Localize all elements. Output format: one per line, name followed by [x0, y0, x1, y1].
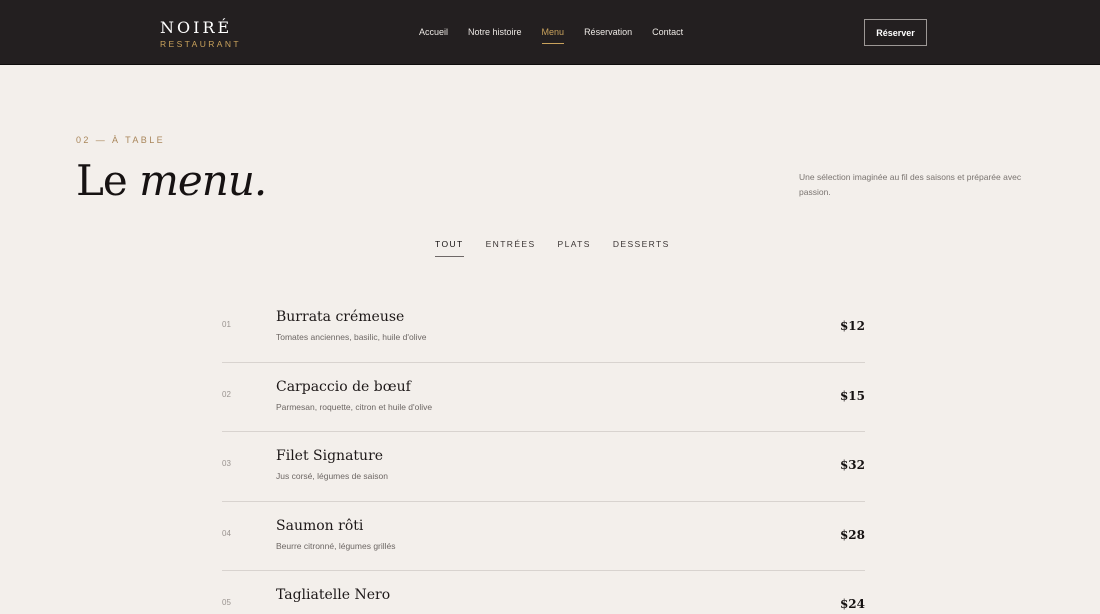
menu-item: 01 Burrata crémeuse Tomates anciennes, b…: [222, 293, 865, 363]
logo-name: NOIRÉ: [160, 18, 233, 37]
menu-list: 01 Burrata crémeuse Tomates anciennes, b…: [222, 293, 865, 614]
item-price: $32: [839, 458, 865, 473]
item-number: 03: [222, 459, 231, 469]
title-italic: menu.: [139, 156, 267, 205]
item-description: Beurre citronné, légumes grillés: [276, 540, 396, 551]
menu-item: 03 Filet Signature Jus corsé, légumes de…: [222, 432, 865, 502]
item-description: Tomates anciennes, basilic, huile d'oliv…: [276, 332, 427, 342]
menu-item: 05 Tagliatelle Nero $24: [222, 571, 865, 614]
filter-entrees[interactable]: ENTRÉES: [486, 239, 536, 249]
nav-item-menu[interactable]: Menu: [541, 27, 564, 44]
nav-item-reservation[interactable]: Réservation: [584, 27, 632, 42]
title-plain: Le: [76, 156, 140, 205]
item-number: 02: [222, 389, 231, 399]
logo[interactable]: NOIRÉ RESTAURANT: [160, 18, 241, 50]
logo-subtitle: RESTAURANT: [160, 39, 241, 49]
item-number: 04: [222, 528, 231, 538]
item-price: $28: [839, 527, 865, 542]
menu-item: 04 Saumon rôti Beurre citronné, légumes …: [222, 502, 865, 572]
menu-item: 02 Carpaccio de bœuf Parmesan, roquette,…: [222, 363, 865, 433]
item-name: Carpaccio de bœuf: [276, 378, 411, 395]
item-price: $24: [839, 597, 865, 612]
menu-filters: TOUT ENTRÉES PLATS DESSERTS: [435, 239, 692, 257]
item-description: Parmesan, roquette, citron et huile d'ol…: [276, 401, 433, 412]
page-title: Le menu.: [76, 156, 267, 206]
item-description: Jus corsé, légumes de saison: [276, 471, 388, 482]
nav-item-accueil[interactable]: Accueil: [419, 27, 448, 42]
item-price: $12: [839, 319, 865, 333]
item-number: 01: [222, 320, 231, 329]
item-price: $15: [839, 388, 865, 403]
item-name: Tagliatelle Nero: [276, 587, 391, 604]
nav-item-notre-histoire[interactable]: Notre histoire: [468, 27, 522, 42]
item-name: Saumon rôti: [276, 517, 364, 534]
site-header: NOIRÉ RESTAURANT Accueil Notre histoire …: [0, 0, 1100, 65]
filter-desserts[interactable]: DESSERTS: [613, 239, 670, 249]
item-number: 05: [222, 598, 231, 608]
nav-item-contact[interactable]: Contact: [652, 27, 683, 42]
section-eyebrow: 02 — À TABLE: [76, 135, 165, 145]
reserve-button[interactable]: Réserver: [864, 19, 927, 46]
main-nav: Accueil Notre histoire Menu Réservation …: [419, 27, 703, 44]
filter-tout[interactable]: TOUT: [435, 239, 464, 257]
item-name: Filet Signature: [276, 448, 384, 465]
item-name: Burrata crémeuse: [276, 309, 405, 325]
section-intro: Une sélection imaginée au fil des saison…: [799, 172, 1022, 197]
filter-plats[interactable]: PLATS: [558, 239, 591, 249]
